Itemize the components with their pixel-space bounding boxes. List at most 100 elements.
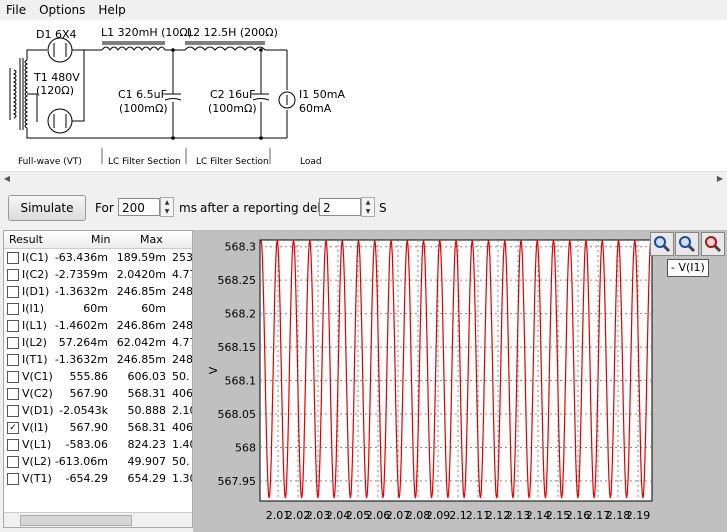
row-name: V(C2) [22, 387, 53, 400]
row-min: 567.90 [69, 421, 109, 434]
table-row[interactable]: I(I1) 60m 60m [4, 300, 192, 317]
row-checkbox[interactable] [7, 286, 19, 298]
column-max[interactable]: Max [140, 233, 163, 246]
table-row[interactable]: V(L2) -613.06m 49.907 50. [4, 453, 192, 470]
y-tick-label: 568.1 [225, 375, 257, 388]
menu-help[interactable]: Help [92, 0, 132, 17]
row-checkbox[interactable] [7, 320, 19, 332]
scroll-right-icon[interactable]: ▶ [713, 172, 727, 186]
row-name: I(T1) [22, 353, 48, 366]
scroll-left-icon[interactable]: ◀ [0, 172, 14, 186]
row-name: I(C2) [22, 268, 49, 281]
row-min: -1.3632m [54, 353, 108, 366]
row-name: I(L1) [22, 319, 47, 332]
row-name: I(I1) [22, 302, 45, 315]
table-scrollbar[interactable] [4, 512, 192, 527]
row-max: 654.29 [127, 472, 167, 485]
y-tick-label: 568.15 [218, 341, 257, 354]
row-min: 57.264m [58, 336, 108, 349]
table-row[interactable]: I(L1) -1.4602m 246.86m 248. [4, 317, 192, 334]
row-checkbox[interactable] [7, 456, 19, 468]
row-min: 567.90 [69, 387, 109, 400]
row-extra: 248. [172, 285, 193, 298]
row-min: 60m [83, 302, 108, 315]
row-checkbox[interactable] [7, 252, 19, 264]
delay-spinner[interactable]: ▲ ▼ [361, 197, 375, 217]
row-checkbox[interactable] [7, 439, 19, 451]
y-tick-label: 568.2 [225, 308, 257, 321]
row-checkbox[interactable] [7, 269, 19, 281]
table-row[interactable]: V(T1) -654.29 654.29 1.30 [4, 470, 192, 487]
row-extra: 248. [172, 353, 193, 366]
t1-label: T1 480V [34, 71, 80, 84]
column-min[interactable]: Min [91, 233, 111, 246]
row-checkbox[interactable] [7, 388, 19, 400]
table-row[interactable]: V(L1) -583.06 824.23 1.40 [4, 436, 192, 453]
table-row[interactable]: V(C2) 567.90 568.31 406. [4, 385, 192, 402]
results-table: Result Min Max I(C1)-63.436m189.59m253.I… [3, 230, 193, 528]
row-name: I(C1) [22, 251, 49, 264]
table-row[interactable]: I(C1) -63.436m 189.59m 253. [4, 249, 192, 266]
duration-input[interactable]: 200 [118, 198, 160, 216]
row-extra: 248. [172, 319, 193, 332]
duration-spinner[interactable]: ▲ ▼ [160, 197, 174, 217]
c1-resistance: (100mΩ) [119, 102, 168, 115]
plot-panel: 568.3 568.25 568.2 568.15 568.1 568.05 568 567.… [193, 230, 727, 532]
simulate-button[interactable]: Simulate [8, 195, 86, 221]
row-extra: 406. [172, 421, 193, 434]
table-row[interactable]: I(D1) -1.3632m 246.85m 248. [4, 283, 192, 300]
scroll-thumb[interactable] [20, 515, 132, 526]
row-checkbox[interactable] [7, 337, 19, 349]
x-tick-label: 2.09 [426, 509, 451, 522]
row-extra: 253. [172, 251, 193, 264]
menu-file[interactable]: File [0, 0, 33, 17]
row-checkbox[interactable] [7, 405, 19, 417]
row-min: -2.7359m [54, 268, 108, 281]
voltage-chart: 568.3 568.25 568.2 568.15 568.1 568.05 568 567.… [207, 239, 653, 522]
c2-label: C2 16uF [210, 88, 256, 101]
spin-down-icon[interactable]: ▼ [161, 207, 173, 216]
table-row[interactable]: ✓V(I1) 567.90 568.31 406. [4, 419, 192, 436]
table-row[interactable]: V(C1) 555.86 606.03 50. [4, 368, 192, 385]
row-checkbox[interactable] [7, 303, 19, 315]
y-tick-label: 568 [235, 441, 256, 454]
delay-input[interactable]: 2 [319, 198, 361, 216]
row-min: -654.29 [65, 472, 108, 485]
row-extra: 1.30 [172, 472, 192, 485]
row-min: -613.06m [54, 455, 108, 468]
spin-up-icon[interactable]: ▲ [362, 198, 374, 207]
row-checkbox[interactable] [7, 473, 19, 485]
column-result[interactable]: Result [9, 233, 43, 246]
spin-down-icon[interactable]: ▼ [362, 207, 374, 216]
spin-up-icon[interactable]: ▲ [161, 198, 173, 207]
plot-area [259, 239, 653, 502]
row-checkbox[interactable]: ✓ [7, 422, 19, 434]
y-tick-label: 568.25 [218, 274, 257, 287]
zoom-out-icon[interactable] [675, 232, 699, 256]
y-axis-label: V [207, 366, 220, 374]
i1-label: I1 50mA [299, 88, 345, 101]
row-min: -63.436m [54, 251, 108, 264]
zoom-in-icon[interactable] [650, 232, 674, 256]
table-row[interactable]: V(D1) -2.0543k 50.888 2.10 [4, 402, 192, 419]
row-name: V(D1) [22, 404, 54, 417]
row-extra: 1.40 [172, 438, 192, 451]
section-load: Load [300, 157, 322, 167]
menu-options[interactable]: Options [33, 0, 92, 17]
zoom-reset-icon[interactable] [701, 232, 725, 256]
row-checkbox[interactable] [7, 354, 19, 366]
row-name: V(L2) [22, 455, 52, 468]
x-tick-label: 2.19 [626, 509, 651, 522]
table-row[interactable]: I(T1) -1.3632m 246.85m 248. [4, 351, 192, 368]
table-row[interactable]: I(L2) 57.264m 62.042m 4.77 [4, 334, 192, 351]
row-checkbox[interactable] [7, 371, 19, 383]
menu-bar: File Options Help [0, 0, 727, 21]
row-max: 568.31 [127, 387, 167, 400]
table-header: Result Min Max [4, 231, 192, 249]
table-row[interactable]: I(C2) -2.7359m 2.0420m 4.77 [4, 266, 192, 283]
row-max: 246.85m [116, 353, 166, 366]
schematic-scrollbar[interactable]: ◀ ▶ [0, 171, 727, 187]
row-max: 50.888 [127, 404, 167, 417]
row-max: 246.85m [116, 285, 166, 298]
row-max: 60m [141, 302, 166, 315]
